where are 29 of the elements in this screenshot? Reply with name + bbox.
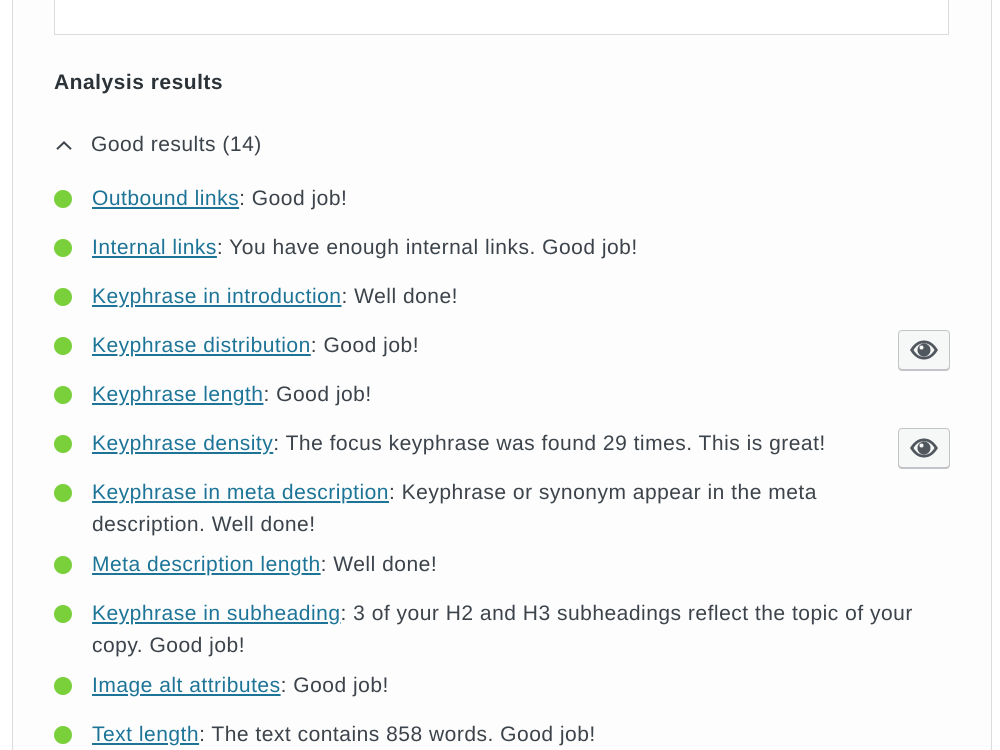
result-text: Keyphrase in meta description: Keyphrase or synonym appear in the meta description. Well done!	[92, 480, 818, 538]
result-text: Outbound links: Good job!	[92, 186, 348, 212]
result-link[interactable]: Image alt attributes	[92, 674, 281, 697]
highlight-button[interactable]	[898, 330, 950, 370]
result-text: Internal links: You have enough internal links. Good job!	[92, 235, 639, 261]
result-text: Keyphrase length: Good job!	[92, 382, 373, 408]
eye-icon	[909, 340, 939, 360]
result-link[interactable]: Outbound links	[92, 187, 240, 210]
result-link[interactable]: Keyphrase in subheading	[92, 602, 341, 625]
result-link[interactable]: Keyphrase in meta description	[92, 481, 389, 504]
result-link[interactable]: Meta description length	[92, 553, 321, 576]
eye-icon	[909, 438, 939, 458]
result-text: Keyphrase in subheading: 3 of your H2 and H3 subheadings reflect the topic of your copy. Good job!	[92, 601, 914, 658]
result-link[interactable]: Keyphrase distribution	[92, 334, 311, 357]
result-link[interactable]: Keyphrase in introduction	[92, 285, 342, 308]
result-link[interactable]: Keyphrase density	[92, 432, 274, 455]
result-link[interactable]: Text length	[92, 723, 200, 746]
results-toggle[interactable]: Good results (14)	[54, 131, 262, 159]
result-text: Keyphrase distribution: Good job!	[92, 333, 420, 359]
result-text: Keyphrase in introduction: Well done!	[92, 284, 459, 310]
highlight-button[interactable]	[898, 428, 950, 468]
result-text: Meta description length: Well done!	[92, 552, 438, 578]
chevron-up-icon	[56, 140, 72, 150]
result-link[interactable]: Keyphrase length	[92, 383, 264, 406]
result-link[interactable]: Internal links	[92, 236, 217, 259]
result-text: Keyphrase density: The focus keyphrase was found 29 times. This is great!	[92, 431, 827, 457]
section-heading: Analysis results	[54, 70, 224, 96]
result-text: Image alt attributes: Good job!	[92, 673, 390, 699]
result-text: Text length: The text contains 858 words. Good job!	[92, 722, 597, 748]
